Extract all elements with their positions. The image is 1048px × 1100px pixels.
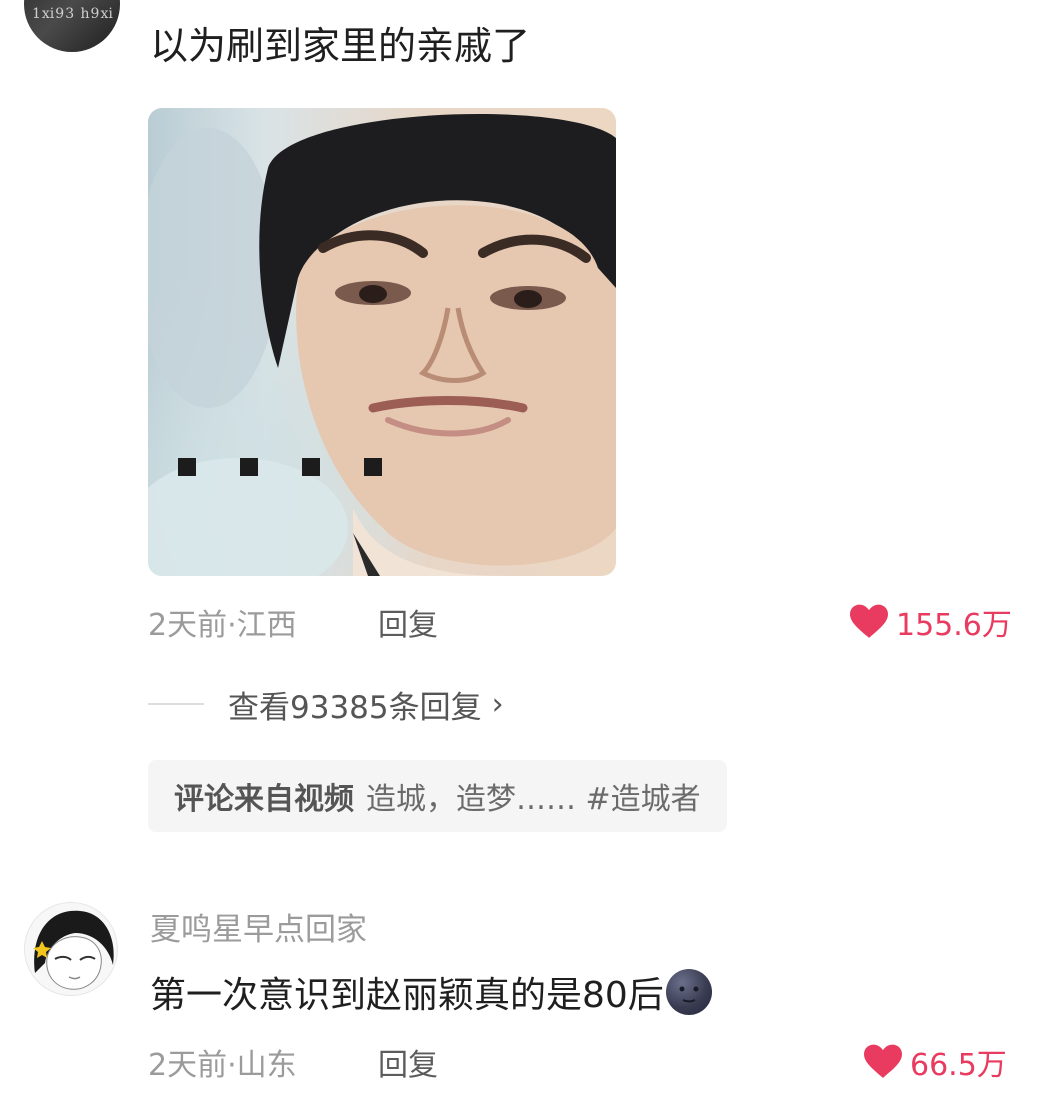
source-title: 造城，造梦…… #造城者	[366, 782, 701, 817]
comment-meta: 2天前·江西	[148, 600, 297, 644]
username[interactable]: 夏鸣星早点回家	[150, 904, 367, 949]
comment-text-content: 第一次意识到赵丽颖真的是80后	[150, 975, 664, 1016]
like-count: 155.6万	[896, 608, 1012, 643]
avatar-handwriting: 1ⅺ93 h9ⅺ	[32, 6, 114, 22]
reply-button[interactable]: 回复	[378, 600, 438, 644]
face-photo	[148, 114, 616, 576]
like-count: 66.5万	[910, 1048, 1007, 1083]
chevron-right-icon: ›	[491, 686, 504, 722]
comment-text: 第一次意识到赵丽颖真的是80后	[150, 966, 712, 1018]
view-replies-label: 查看93385条回复	[228, 689, 482, 726]
comment-image[interactable]	[148, 108, 616, 576]
heart-icon	[864, 1044, 902, 1078]
comment-time: 2天前	[148, 1048, 228, 1083]
anime-avatar-drawing	[25, 903, 117, 995]
view-replies-button[interactable]: 查看93385条回复 ›	[148, 682, 504, 726]
divider-line	[148, 703, 204, 705]
heart-icon	[850, 604, 888, 638]
comment-location: 山东	[236, 1048, 297, 1083]
comment-text: 以为刷到家里的亲戚了	[150, 24, 531, 68]
comment-location: 江西	[236, 608, 297, 643]
video-source-link[interactable]: 评论来自视频 造城，造梦…… #造城者	[148, 760, 727, 832]
avatar[interactable]	[24, 902, 118, 996]
reply-button[interactable]: 回复	[378, 1040, 438, 1084]
like-button[interactable]: 66.5万	[864, 1040, 1007, 1084]
comment-meta: 2天前·山东	[148, 1040, 297, 1084]
source-label: 评论来自视频	[174, 782, 354, 817]
comment-time: 2天前	[148, 608, 228, 643]
moon-face-emoji	[665, 969, 712, 1015]
meta-separator: ·	[227, 1048, 237, 1083]
like-button[interactable]: 155.6万	[850, 600, 1012, 644]
avatar[interactable]: 1ⅺ93 h9ⅺ	[24, 0, 120, 52]
meta-separator: ·	[227, 608, 237, 643]
